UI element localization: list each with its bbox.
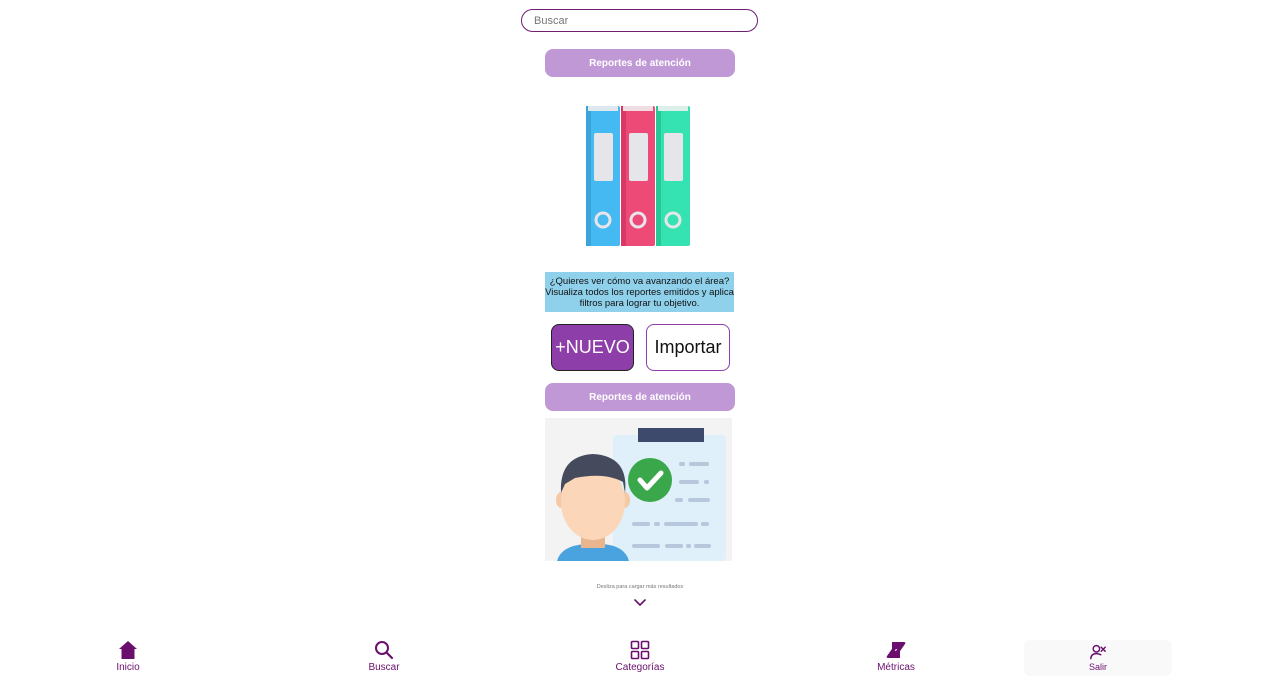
grid-icon	[630, 640, 650, 659]
reports-description: ¿Quieres ver cómo va avanzando el área? …	[545, 272, 734, 312]
reportes-atencion-button[interactable]: Reportes de atención	[545, 49, 735, 77]
nav-buscar-label: Buscar	[368, 661, 400, 673]
binders-icon	[586, 106, 690, 246]
scroll-hint: Desliza para cargar más resultados	[596, 584, 684, 590]
nav-categorias[interactable]: Categorías	[605, 636, 675, 676]
new-report-button[interactable]: +NUEVO	[551, 324, 634, 371]
nav-inicio-label: Inicio	[116, 661, 140, 673]
nav-categorias-label: Categorías	[615, 661, 665, 673]
metrics-logo-icon	[886, 641, 906, 658]
nav-inicio[interactable]: Inicio	[96, 636, 160, 676]
search-icon	[375, 640, 394, 659]
bottom-nav: Inicio Buscar Categorías Métricas Salir	[0, 636, 1280, 677]
nav-salir-label: Salir	[1088, 662, 1107, 672]
nav-metricas-label: Métricas	[877, 661, 915, 673]
search-input[interactable]	[521, 9, 758, 32]
chevron-down-icon[interactable]	[633, 598, 647, 608]
user-remove-icon	[1090, 644, 1106, 660]
person-report-icon	[545, 418, 732, 561]
nav-metricas[interactable]: Métricas	[864, 636, 928, 676]
import-button[interactable]: Importar	[646, 324, 730, 371]
reportes-atencion-button-2[interactable]: Reportes de atención	[545, 383, 735, 411]
nav-salir[interactable]: Salir	[1024, 640, 1172, 676]
home-icon	[119, 640, 137, 659]
nav-buscar[interactable]: Buscar	[352, 636, 416, 676]
